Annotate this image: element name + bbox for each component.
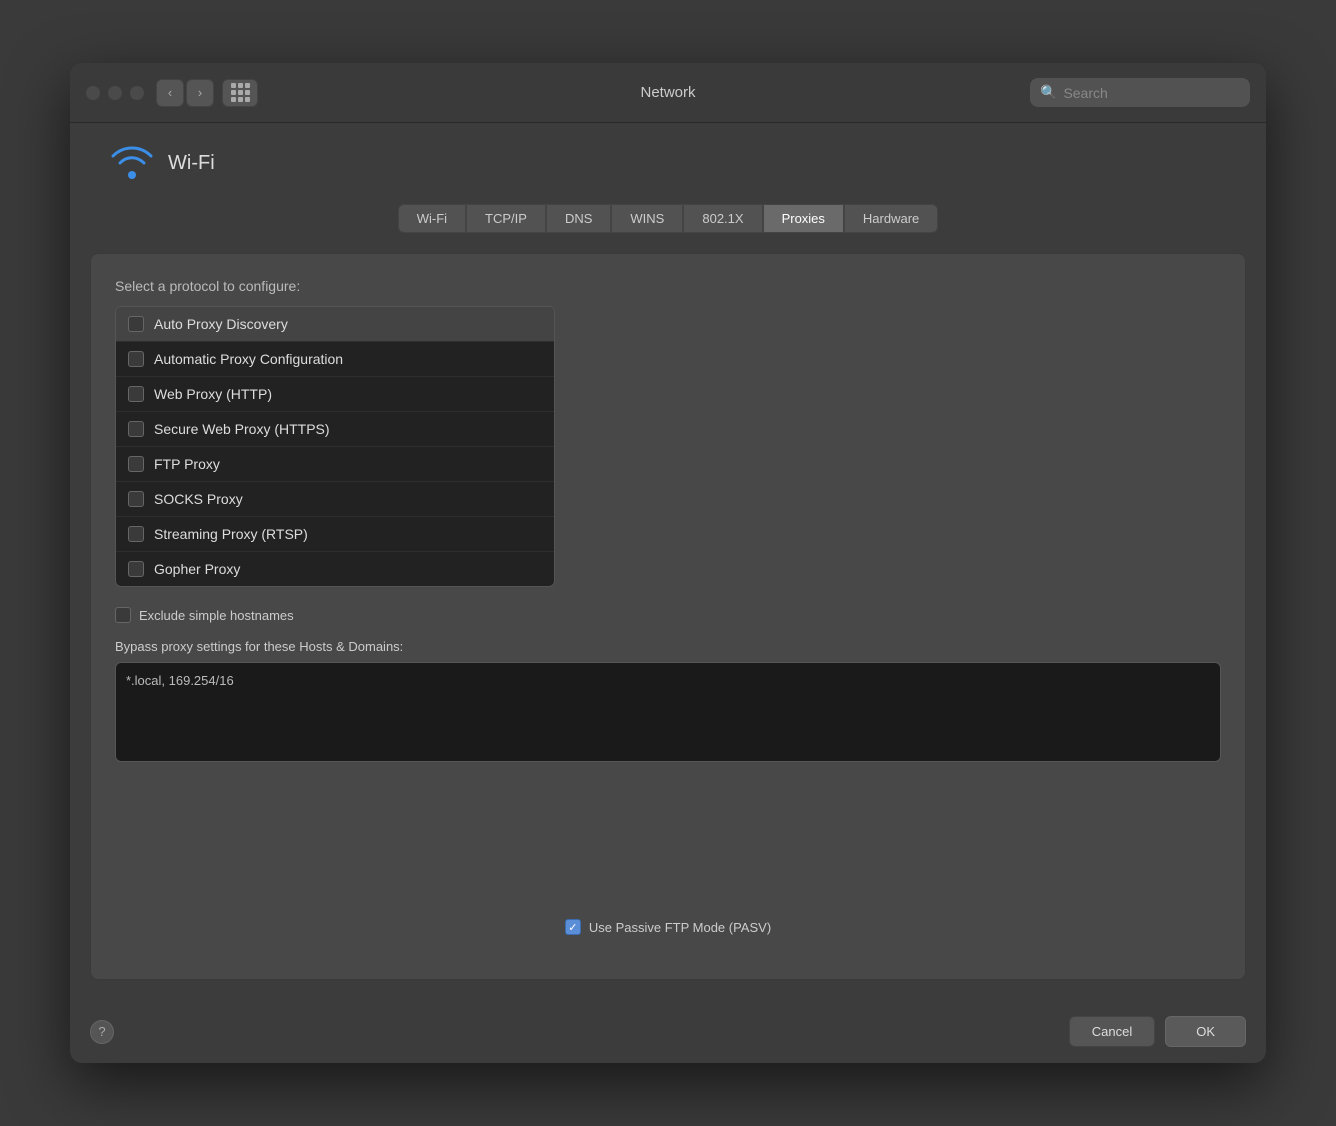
window-title: Network (640, 84, 695, 101)
tabs-row: Wi-Fi TCP/IP DNS WINS 802.1X Proxies Har… (90, 204, 1246, 233)
socks-proxy-label: SOCKS Proxy (154, 491, 243, 507)
search-placeholder: Search (1063, 85, 1107, 101)
auto-proxy-config-label: Automatic Proxy Configuration (154, 351, 343, 367)
minimize-button[interactable] (108, 86, 122, 100)
traffic-lights (86, 86, 144, 100)
tab-proxies[interactable]: Proxies (763, 204, 844, 233)
ftp-mode-label: Use Passive FTP Mode (PASV) (589, 920, 771, 935)
ftp-mode-checkbox[interactable]: ✓ (565, 919, 581, 935)
action-buttons: Cancel OK (1069, 1016, 1246, 1047)
bottom-bar: ? Cancel OK (70, 1000, 1266, 1063)
titlebar: ‹ › Network 🔍 Search (70, 63, 1266, 123)
secure-web-proxy-checkbox[interactable] (128, 421, 144, 437)
tab-hardware[interactable]: Hardware (844, 204, 938, 233)
list-item[interactable]: SOCKS Proxy (116, 482, 554, 517)
search-bar[interactable]: 🔍 Search (1030, 78, 1250, 107)
ok-button[interactable]: OK (1165, 1016, 1246, 1047)
list-item[interactable]: Automatic Proxy Configuration (116, 342, 554, 377)
exclude-hostnames-row: Exclude simple hostnames (115, 607, 1221, 623)
section-label: Select a protocol to configure: (115, 278, 1221, 294)
list-item[interactable]: Streaming Proxy (RTSP) (116, 517, 554, 552)
tab-dns[interactable]: DNS (546, 204, 611, 233)
tab-wins[interactable]: WINS (611, 204, 683, 233)
tab-8021x[interactable]: 802.1X (683, 204, 762, 233)
help-button[interactable]: ? (90, 1020, 114, 1044)
wifi-header: Wi-Fi (90, 143, 1246, 184)
search-icon: 🔍 (1040, 84, 1057, 101)
close-button[interactable] (86, 86, 100, 100)
cancel-button[interactable]: Cancel (1069, 1016, 1155, 1047)
main-content: Wi-Fi Wi-Fi TCP/IP DNS WINS 802.1X Proxi… (70, 123, 1266, 1000)
list-item[interactable]: FTP Proxy (116, 447, 554, 482)
proxies-panel: Select a protocol to configure: Auto Pro… (90, 253, 1246, 980)
forward-button[interactable]: › (186, 79, 214, 107)
ftp-proxy-checkbox[interactable] (128, 456, 144, 472)
network-window: ‹ › Network 🔍 Search (70, 63, 1266, 1063)
protocol-list: Auto Proxy Discovery Automatic Proxy Con… (115, 306, 555, 587)
list-item[interactable]: Gopher Proxy (116, 552, 554, 586)
wifi-icon (110, 143, 154, 184)
socks-proxy-checkbox[interactable] (128, 491, 144, 507)
streaming-proxy-label: Streaming Proxy (RTSP) (154, 526, 308, 542)
exclude-hostnames-checkbox[interactable] (115, 607, 131, 623)
gopher-proxy-checkbox[interactable] (128, 561, 144, 577)
grid-icon (231, 83, 250, 102)
list-item[interactable]: Web Proxy (HTTP) (116, 377, 554, 412)
grid-button[interactable] (222, 79, 258, 107)
gopher-proxy-label: Gopher Proxy (154, 561, 240, 577)
back-button[interactable]: ‹ (156, 79, 184, 107)
tab-tcpip[interactable]: TCP/IP (466, 204, 546, 233)
bypass-textarea[interactable]: *.local, 169.254/16 (115, 662, 1221, 762)
auto-proxy-config-checkbox[interactable] (128, 351, 144, 367)
maximize-button[interactable] (130, 86, 144, 100)
wifi-label: Wi-Fi (168, 152, 215, 175)
exclude-hostnames-label: Exclude simple hostnames (139, 608, 294, 623)
auto-proxy-discovery-checkbox[interactable] (128, 316, 144, 332)
ftp-proxy-label: FTP Proxy (154, 456, 220, 472)
list-item[interactable]: Secure Web Proxy (HTTPS) (116, 412, 554, 447)
ftp-mode-row: ✓ Use Passive FTP Mode (PASV) (115, 919, 1221, 935)
list-item[interactable]: Auto Proxy Discovery (116, 307, 554, 342)
bypass-label: Bypass proxy settings for these Hosts & … (115, 639, 1221, 654)
web-proxy-checkbox[interactable] (128, 386, 144, 402)
streaming-proxy-checkbox[interactable] (128, 526, 144, 542)
web-proxy-label: Web Proxy (HTTP) (154, 386, 272, 402)
auto-proxy-discovery-label: Auto Proxy Discovery (154, 316, 288, 332)
secure-web-proxy-label: Secure Web Proxy (HTTPS) (154, 421, 330, 437)
nav-buttons: ‹ › (156, 79, 214, 107)
tab-wifi[interactable]: Wi-Fi (398, 204, 466, 233)
